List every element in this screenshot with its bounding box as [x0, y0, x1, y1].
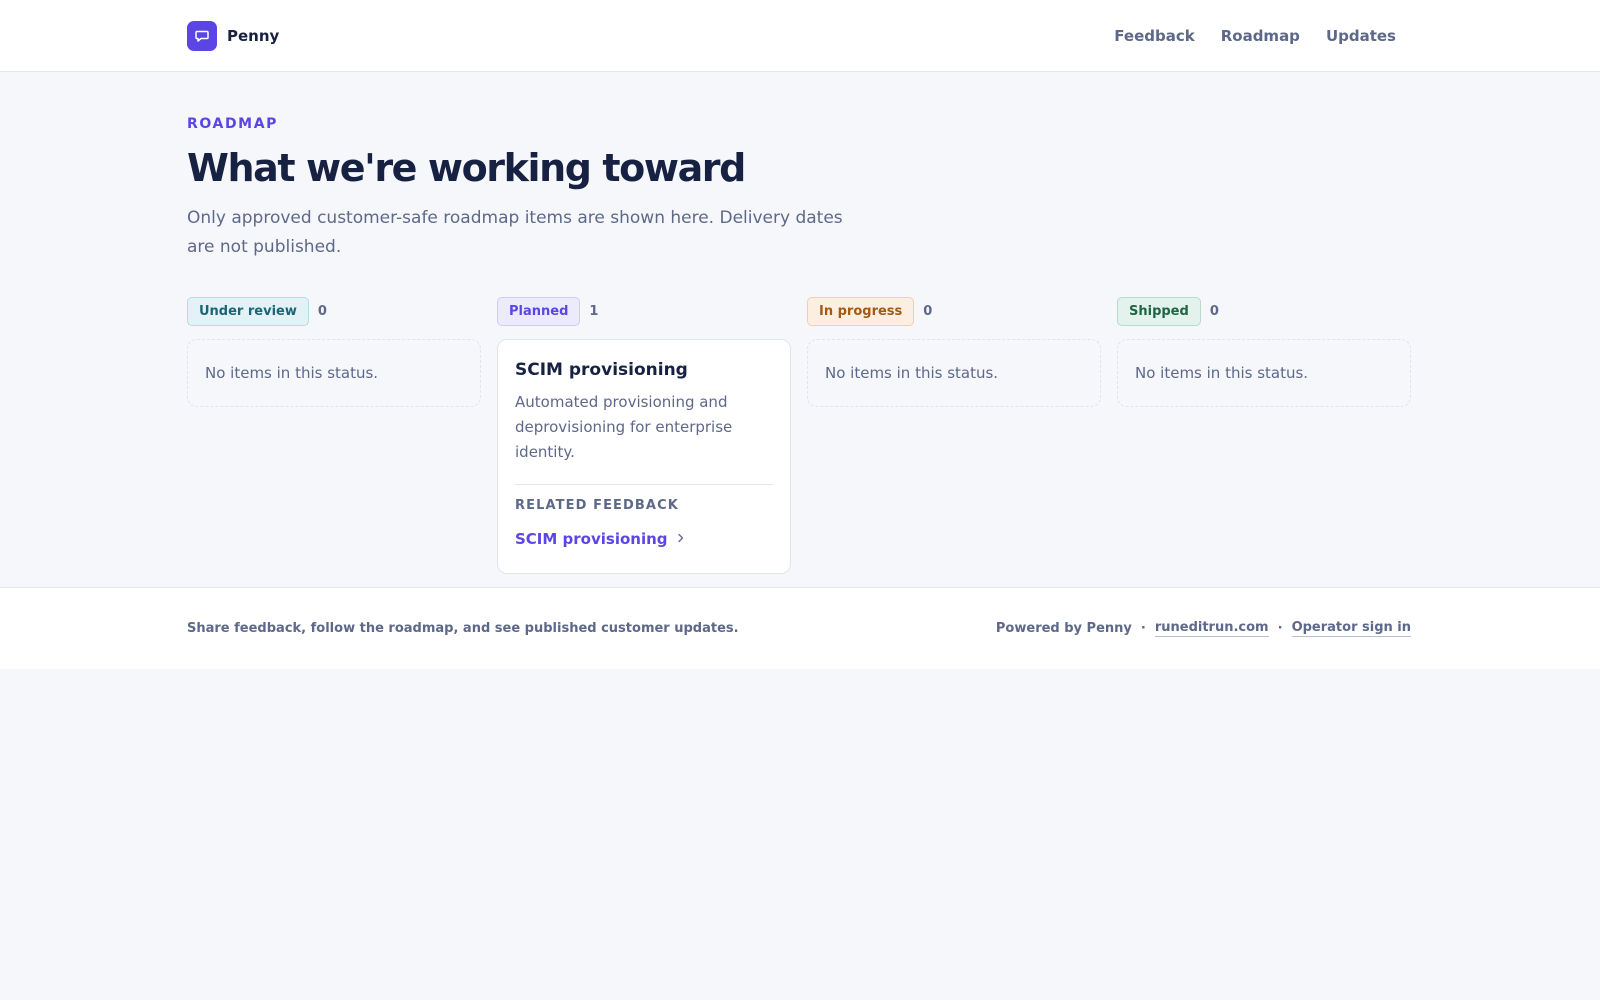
status-badge: Shipped [1117, 296, 1201, 326]
operator-sign-in-link[interactable]: Operator sign in [1291, 620, 1411, 637]
chevron-right-icon [677, 531, 685, 547]
brand-name: Penny [227, 27, 280, 45]
brand[interactable]: Penny [187, 21, 279, 51]
page-title: What we're working toward [187, 146, 746, 190]
item-count: 0 [1209, 303, 1219, 319]
status-badge: Planned [497, 296, 581, 326]
nav-updates-link[interactable]: Updates [1326, 27, 1396, 45]
column-header: Shipped 0 [1117, 296, 1411, 326]
roadmap-main: ROADMAP What we're working toward Only a… [187, 72, 1411, 574]
footer: Share feedback, follow the roadmap, and … [0, 587, 1600, 669]
separator-dot: · [1277, 621, 1283, 636]
roadmap-card: SCIM provisioning Automated provisioning… [497, 339, 791, 574]
roadmap-board: Under review 0 No items in this status. … [187, 296, 1411, 574]
footer-links: Powered by Penny · runeditrun.com · Oper… [996, 620, 1411, 637]
status-badge: In progress [807, 296, 915, 326]
powered-by-text: Powered by Penny [995, 621, 1132, 636]
item-count: 0 [317, 303, 327, 319]
empty-state: No items in this status. [1117, 339, 1411, 407]
column-under-review: Under review 0 No items in this status. [187, 296, 481, 574]
column-shipped: Shipped 0 No items in this status. [1117, 296, 1411, 574]
card-description: Automated provisioning and deprovisionin… [515, 393, 733, 461]
section-eyebrow: ROADMAP [187, 116, 278, 132]
nav-roadmap-link[interactable]: Roadmap [1221, 27, 1300, 45]
related-feedback-link[interactable]: SCIM provisioning [515, 530, 773, 548]
page-subtitle: Only approved customer-safe roadmap item… [187, 208, 843, 257]
chat-bubble-icon [187, 21, 217, 51]
site-link[interactable]: runeditrun.com [1154, 620, 1269, 637]
item-count: 1 [589, 303, 599, 319]
column-header: Under review 0 [187, 296, 481, 326]
separator-dot: · [1140, 621, 1146, 636]
column-in-progress: In progress 0 No items in this status. [807, 296, 1101, 574]
empty-state: No items in this status. [187, 339, 481, 407]
top-bar: Penny Feedback Roadmap Updates [0, 0, 1600, 72]
column-header: In progress 0 [807, 296, 1101, 326]
related-feedback-link-text: SCIM provisioning [515, 530, 668, 548]
main-nav: Feedback Roadmap Updates [1114, 27, 1396, 45]
item-count: 0 [923, 303, 933, 319]
footer-tagline: Share feedback, follow the roadmap, and … [187, 621, 739, 636]
card-title: SCIM provisioning [515, 360, 688, 380]
status-badge: Under review [187, 296, 309, 326]
column-planned: Planned 1 SCIM provisioning Automated pr… [497, 296, 791, 574]
empty-state: No items in this status. [807, 339, 1101, 407]
related-feedback-label: RELATED FEEDBACK [515, 498, 679, 513]
column-header: Planned 1 [497, 296, 791, 326]
nav-feedback-link[interactable]: Feedback [1114, 27, 1194, 45]
divider [515, 484, 773, 485]
